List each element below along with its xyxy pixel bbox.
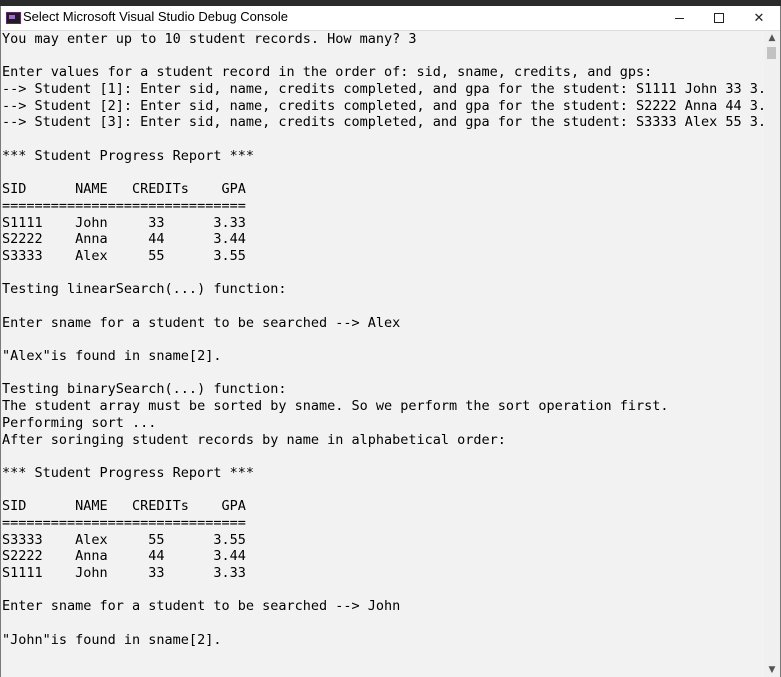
maximize-button[interactable] bbox=[699, 6, 739, 30]
console-line: "Alex"is found in sname[2]. bbox=[2, 348, 222, 365]
console-line: Enter sname for a student to be searched… bbox=[2, 314, 401, 331]
scroll-up-icon[interactable]: ▲ bbox=[764, 31, 780, 45]
maximize-icon bbox=[714, 13, 724, 23]
console-line: SID NAME CREDITs GPA bbox=[2, 181, 246, 198]
scroll-thumb[interactable] bbox=[767, 47, 776, 59]
close-button[interactable]: ✕ bbox=[739, 6, 779, 30]
title-bar[interactable]: Select Microsoft Visual Studio Debug Con… bbox=[1, 6, 780, 31]
minimize-button[interactable] bbox=[659, 6, 699, 30]
console-line: S3333 Alex 55 3.55 bbox=[2, 531, 246, 548]
console-line: Performing sort ... bbox=[2, 414, 157, 431]
console-window: Select Microsoft Visual Studio Debug Con… bbox=[0, 6, 781, 677]
console-line: --> Student [2]: Enter sid, name, credit… bbox=[2, 97, 765, 114]
console-line: S1111 John 33 3.33 bbox=[2, 565, 246, 581]
minimize-icon bbox=[674, 17, 684, 19]
console-line: *** Student Progress Report *** bbox=[2, 464, 254, 481]
console-line: S2222 Anna 44 3.44 bbox=[2, 231, 246, 248]
console-line: ============================== bbox=[2, 197, 246, 214]
vertical-scrollbar[interactable]: ▲ ▼ bbox=[764, 31, 780, 677]
console-line: Testing binarySearch(...) function: bbox=[2, 381, 287, 398]
console-line: ============================== bbox=[2, 514, 246, 531]
console-line: SID NAME CREDITs GPA bbox=[2, 498, 246, 515]
console-app-icon bbox=[6, 12, 21, 24]
scroll-down-icon[interactable]: ▼ bbox=[764, 663, 780, 677]
console-line: You may enter up to 10 student records. … bbox=[2, 31, 417, 47]
console-line: S3333 Alex 55 3.55 bbox=[2, 247, 246, 264]
console-line: After soringing student records by name … bbox=[2, 431, 506, 448]
console-line: --> Student [1]: Enter sid, name, credit… bbox=[2, 81, 765, 98]
console-line: Enter sname for a student to be searched… bbox=[2, 598, 401, 615]
console-line: S1111 John 33 3.33 bbox=[2, 214, 246, 231]
window-title: Select Microsoft Visual Studio Debug Con… bbox=[23, 9, 288, 24]
console-line: "John"is found in sname[2]. bbox=[2, 631, 222, 648]
close-icon: ✕ bbox=[753, 10, 765, 26]
console-line: *** Student Progress Report *** bbox=[2, 147, 254, 164]
console-line: --> Student [3]: Enter sid, name, credit… bbox=[2, 114, 765, 131]
console-line: The student array must be sorted by snam… bbox=[2, 398, 669, 415]
console-line: S2222 Anna 44 3.44 bbox=[2, 548, 246, 565]
console-output[interactable]: You may enter up to 10 student records. … bbox=[2, 31, 765, 677]
console-line: Testing linearSearch(...) function: bbox=[2, 281, 287, 298]
console-line: Enter values for a student record in the… bbox=[2, 64, 653, 81]
